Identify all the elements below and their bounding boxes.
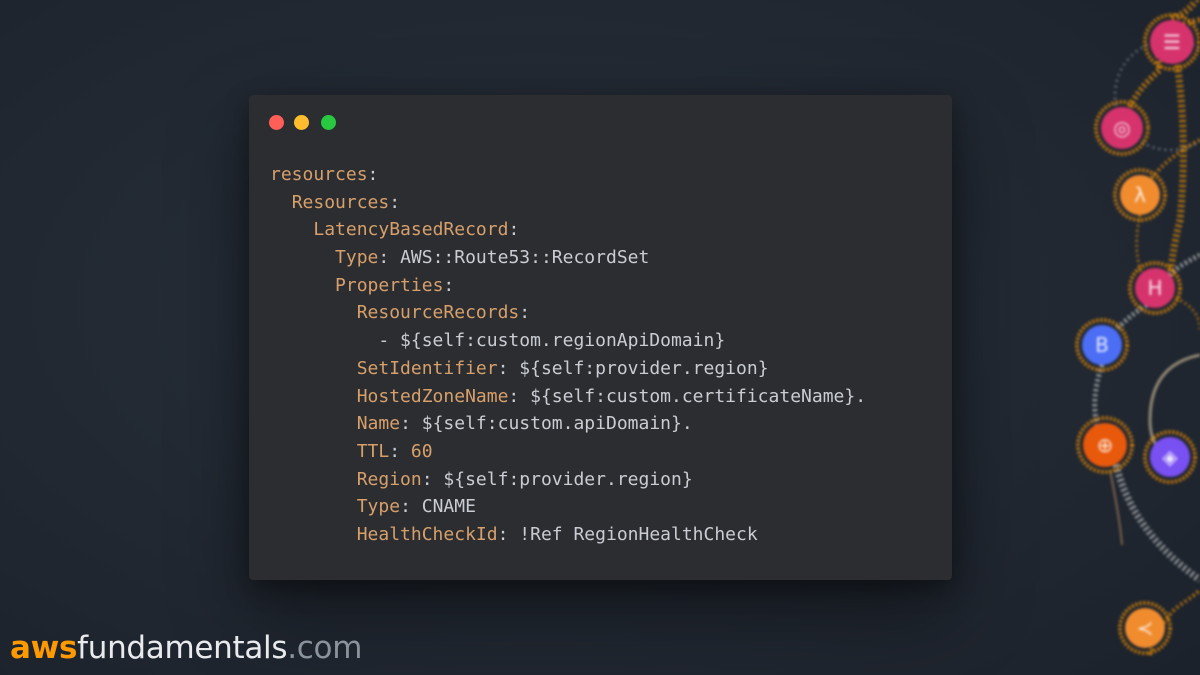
code-punct: : bbox=[389, 191, 401, 213]
code-punct: : bbox=[367, 164, 379, 185]
svg-text:H: H bbox=[1147, 276, 1162, 300]
code-key: ResourceRecords bbox=[356, 302, 520, 324]
code-punct: : bbox=[421, 468, 444, 490]
code-punct bbox=[270, 413, 357, 434]
code-value: 60 bbox=[410, 440, 433, 462]
code-line: resources: bbox=[270, 161, 866, 189]
code-line: HealthCheckId: !Ref RegionHealthCheck bbox=[270, 521, 866, 549]
code-line: Properties: bbox=[270, 272, 866, 300]
code-line: LatencyBasedRecord: bbox=[270, 216, 866, 244]
code-punct: : bbox=[378, 247, 401, 269]
code-punct bbox=[270, 219, 313, 240]
code-value: ${self:custom.certificateName}. bbox=[530, 385, 867, 407]
svg-text:≺: ≺ bbox=[1137, 616, 1154, 640]
code-line: Name: ${self:custom.apiDomain}. bbox=[270, 410, 866, 438]
code-punct bbox=[270, 386, 357, 407]
brand-name: fundamentals bbox=[77, 630, 288, 666]
code-key: HostedZoneName bbox=[356, 385, 509, 407]
code-punct bbox=[270, 496, 357, 517]
svg-text:◈: ◈ bbox=[1162, 445, 1178, 469]
window-close-button[interactable] bbox=[269, 115, 284, 130]
code-punct: : bbox=[508, 219, 520, 241]
svg-text:⊕: ⊕ bbox=[1097, 433, 1114, 457]
code-punct: : bbox=[508, 385, 531, 407]
sqs-icon: ≺ bbox=[1118, 601, 1172, 655]
code-key: LatencyBasedRecord bbox=[313, 219, 509, 241]
cloudformation-icon: B bbox=[1075, 318, 1129, 372]
code-punct bbox=[270, 524, 357, 545]
route53-icon: ⊕ bbox=[1076, 416, 1134, 474]
svg-text:B: B bbox=[1095, 333, 1109, 357]
svg-text:☰: ☰ bbox=[1163, 30, 1181, 54]
code-punct bbox=[270, 302, 357, 323]
code-value: ${self:custom.apiDomain}. bbox=[421, 413, 693, 435]
code-key: Region bbox=[356, 468, 422, 490]
code-punct bbox=[270, 441, 357, 462]
svg-text:◎: ◎ bbox=[1113, 116, 1130, 140]
connector-arc bbox=[1148, 353, 1200, 452]
code-key: Resources bbox=[291, 191, 390, 213]
code-punct: : bbox=[389, 440, 411, 462]
code-block: resources: Resources: LatencyBasedRecord… bbox=[270, 161, 866, 549]
code-line: Region: ${self:provider.region} bbox=[270, 466, 866, 494]
vpc-icon: ◈ bbox=[1143, 430, 1197, 484]
code-punct: : bbox=[400, 413, 422, 435]
code-punct bbox=[270, 275, 335, 296]
code-line: - ${self:custom.regionApiDomain} bbox=[270, 327, 866, 355]
code-punct: : bbox=[497, 523, 520, 545]
code-key: Type bbox=[335, 247, 379, 269]
code-punct: : bbox=[400, 496, 422, 518]
step-functions-icon: H bbox=[1128, 261, 1182, 315]
code-line: Type: AWS::Route53::RecordSet bbox=[270, 244, 866, 272]
code-punct bbox=[270, 247, 335, 268]
code-punct bbox=[270, 358, 357, 379]
code-key: Name bbox=[356, 413, 401, 435]
code-punct: : bbox=[497, 357, 520, 379]
svg-text:λ: λ bbox=[1134, 183, 1146, 207]
brand-tld: .com bbox=[287, 630, 363, 666]
api-gateway-icon: ☰ bbox=[1143, 13, 1200, 71]
code-window: resources: Resources: LatencyBasedRecord… bbox=[249, 95, 952, 580]
code-line: TTL: 60 bbox=[270, 438, 866, 466]
window-minimize-button[interactable] bbox=[294, 115, 309, 130]
code-line: ResourceRecords: bbox=[270, 299, 866, 327]
code-line: HostedZoneName: ${self:custom.certificat… bbox=[270, 383, 866, 411]
window-zoom-button[interactable] bbox=[321, 115, 336, 130]
code-line: Resources: bbox=[270, 189, 866, 217]
code-value: CNAME bbox=[421, 496, 476, 518]
code-key: TTL bbox=[356, 440, 390, 462]
code-value: ${self:provider.region} bbox=[443, 468, 693, 490]
code-punct: : bbox=[519, 302, 531, 324]
code-key: resources bbox=[270, 164, 368, 185]
aws-services-graph-decoration: ☰ ◎ λ H B ⊕ ◈ ≺ bbox=[1075, 0, 1200, 656]
code-key: HealthCheckId bbox=[356, 523, 498, 545]
code-punct bbox=[270, 192, 292, 213]
lambda-icon: λ bbox=[1113, 168, 1167, 222]
code-line: Type: CNAME bbox=[270, 493, 866, 521]
code-line: SetIdentifier: ${self:provider.region} bbox=[270, 355, 866, 383]
code-value: ${self:provider.region} bbox=[519, 357, 769, 379]
code-value: ${self:custom.regionApiDomain} bbox=[400, 330, 726, 352]
code-punct: - bbox=[270, 330, 401, 352]
eventbridge-icon: ◎ bbox=[1094, 100, 1150, 156]
code-key: Type bbox=[356, 496, 401, 518]
code-punct: : bbox=[443, 274, 455, 296]
brand-aws: aws bbox=[10, 630, 78, 666]
code-value: AWS::Route53::RecordSet bbox=[400, 247, 650, 269]
code-key: SetIdentifier bbox=[356, 357, 498, 379]
code-punct bbox=[270, 469, 357, 490]
code-value: !Ref RegionHealthCheck bbox=[519, 523, 758, 545]
brand-logo[interactable]: awsfundamentals.com bbox=[10, 630, 362, 666]
code-key: Properties bbox=[335, 274, 444, 296]
